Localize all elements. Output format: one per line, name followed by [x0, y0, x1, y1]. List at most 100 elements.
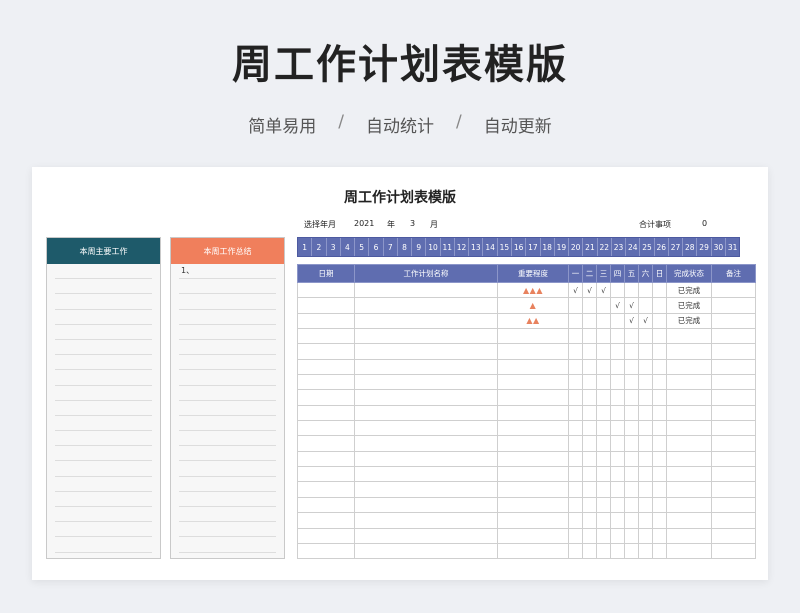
day-30[interactable]: 30	[712, 238, 726, 256]
note-line[interactable]	[55, 477, 152, 492]
empty-cell[interactable]	[652, 374, 667, 391]
empty-cell[interactable]	[596, 374, 611, 391]
day-20[interactable]: 20	[569, 238, 584, 256]
note-line[interactable]	[55, 325, 152, 340]
empty-cell[interactable]	[610, 358, 625, 376]
empty-cell[interactable]	[354, 358, 498, 376]
empty-cell[interactable]	[624, 374, 639, 391]
plan-name-cell[interactable]	[354, 281, 498, 299]
empty-cell[interactable]	[582, 527, 597, 544]
summary-lines[interactable]: 1、	[171, 264, 284, 553]
day-2[interactable]: 2	[312, 238, 327, 256]
empty-cell[interactable]	[610, 343, 625, 360]
empty-cell[interactable]	[666, 374, 712, 391]
empty-cell[interactable]	[666, 542, 712, 560]
empty-cell[interactable]	[624, 512, 639, 529]
empty-cell[interactable]	[297, 389, 355, 406]
note-line[interactable]	[55, 386, 152, 401]
weekday-check-cell[interactable]	[582, 297, 597, 314]
empty-cell[interactable]	[610, 374, 625, 391]
note-line[interactable]	[55, 522, 152, 538]
empty-cell[interactable]	[497, 358, 569, 376]
weekday-check-cell[interactable]: √	[582, 281, 597, 299]
empty-cell[interactable]	[638, 328, 653, 345]
empty-cell[interactable]	[568, 542, 583, 560]
empty-cell[interactable]	[497, 435, 569, 452]
note-line[interactable]	[179, 477, 276, 492]
empty-cell[interactable]	[610, 420, 625, 437]
empty-cell[interactable]	[624, 481, 639, 498]
empty-cell[interactable]	[497, 481, 569, 498]
empty-cell[interactable]	[624, 450, 639, 468]
empty-cell[interactable]	[497, 542, 569, 560]
empty-cell[interactable]	[596, 420, 611, 437]
day-7[interactable]: 7	[384, 238, 398, 256]
empty-cell[interactable]	[666, 527, 712, 544]
empty-cell[interactable]	[638, 404, 653, 422]
empty-cell[interactable]	[582, 389, 597, 406]
empty-cell[interactable]	[711, 496, 756, 514]
empty-cell[interactable]	[711, 374, 756, 391]
empty-cell[interactable]	[652, 527, 667, 544]
empty-cell[interactable]	[610, 404, 625, 422]
empty-cell[interactable]	[354, 435, 498, 452]
empty-cell[interactable]	[354, 527, 498, 544]
empty-cell[interactable]	[610, 389, 625, 406]
empty-cell[interactable]	[582, 542, 597, 560]
empty-cell[interactable]	[596, 389, 611, 406]
empty-cell[interactable]	[582, 496, 597, 514]
note-line[interactable]	[55, 416, 152, 432]
weekday-check-cell[interactable]	[652, 297, 667, 314]
day-18[interactable]: 18	[541, 238, 555, 256]
empty-cell[interactable]	[711, 404, 756, 422]
empty-cell[interactable]	[638, 374, 653, 391]
empty-cell[interactable]	[652, 389, 667, 406]
note-line[interactable]	[55, 507, 152, 523]
empty-cell[interactable]	[354, 512, 498, 529]
weekday-check-cell[interactable]: √	[624, 297, 639, 314]
empty-cell[interactable]	[354, 420, 498, 437]
empty-cell[interactable]	[638, 496, 653, 514]
empty-cell[interactable]	[582, 512, 597, 529]
empty-cell[interactable]	[568, 450, 583, 468]
empty-cell[interactable]	[624, 435, 639, 452]
empty-cell[interactable]	[652, 466, 667, 483]
remark-cell[interactable]	[711, 281, 756, 299]
empty-cell[interactable]	[297, 481, 355, 498]
empty-cell[interactable]	[596, 481, 611, 498]
weekday-check-cell[interactable]	[610, 312, 625, 330]
day-17[interactable]: 17	[526, 238, 541, 256]
note-line[interactable]	[179, 461, 276, 477]
main-work-lines[interactable]	[47, 264, 160, 553]
empty-cell[interactable]	[568, 512, 583, 529]
weekday-check-cell[interactable]	[610, 281, 625, 299]
empty-cell[interactable]	[354, 450, 498, 468]
empty-cell[interactable]	[666, 450, 712, 468]
status-cell[interactable]: 已完成	[666, 281, 712, 299]
empty-cell[interactable]	[652, 542, 667, 560]
weekday-check-cell[interactable]	[638, 297, 653, 314]
weekday-check-cell[interactable]: √	[610, 297, 625, 314]
empty-cell[interactable]	[638, 512, 653, 529]
empty-cell[interactable]	[297, 420, 355, 437]
day-27[interactable]: 27	[669, 238, 684, 256]
empty-cell[interactable]	[354, 389, 498, 406]
empty-cell[interactable]	[582, 358, 597, 376]
day-14[interactable]: 14	[483, 238, 498, 256]
note-line[interactable]	[179, 340, 276, 356]
empty-cell[interactable]	[711, 328, 756, 345]
day-16[interactable]: 16	[512, 238, 527, 256]
note-line[interactable]	[179, 522, 276, 538]
empty-cell[interactable]	[652, 496, 667, 514]
day-4[interactable]: 4	[341, 238, 356, 256]
empty-cell[interactable]	[497, 374, 569, 391]
empty-cell[interactable]	[582, 420, 597, 437]
empty-cell[interactable]	[582, 481, 597, 498]
weekday-check-cell[interactable]	[638, 281, 653, 299]
day-11[interactable]: 11	[441, 238, 455, 256]
empty-cell[interactable]	[638, 481, 653, 498]
day-1[interactable]: 1	[298, 238, 313, 256]
weekday-check-cell[interactable]	[582, 312, 597, 330]
empty-cell[interactable]	[497, 512, 569, 529]
empty-cell[interactable]	[666, 435, 712, 452]
